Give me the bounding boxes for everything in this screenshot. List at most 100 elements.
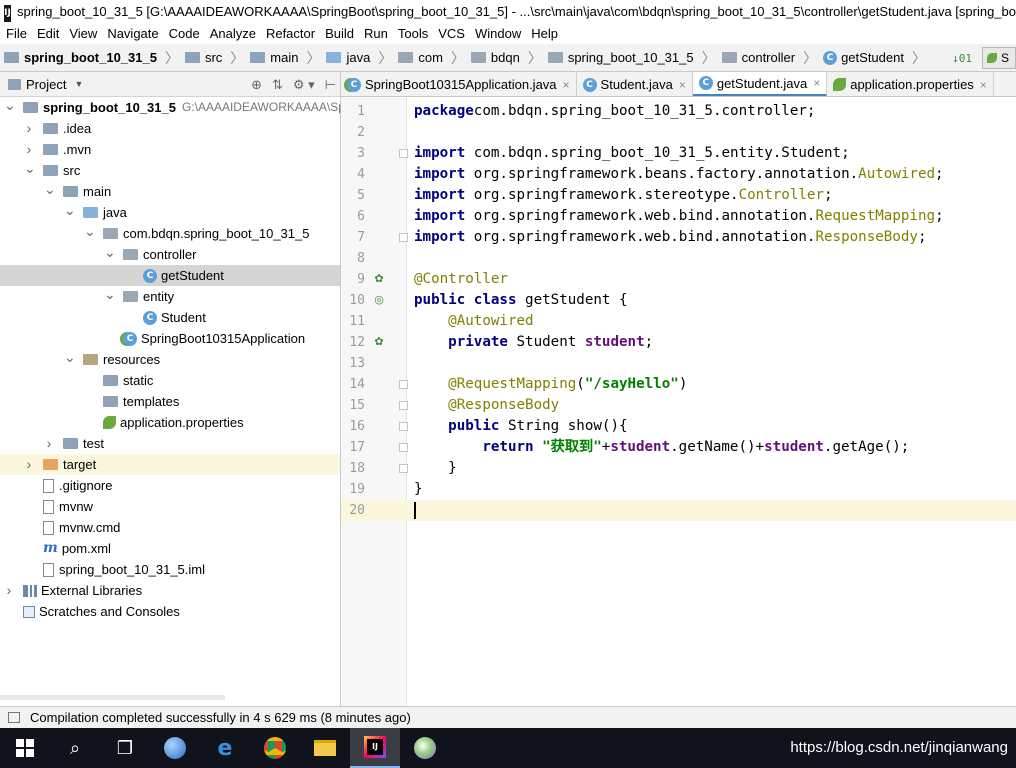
breadcrumb-item[interactable]: com 〉 (394, 44, 467, 72)
breadcrumb-item[interactable]: main 〉 (246, 44, 322, 72)
code-line[interactable]: import org.springframework.web.bind.anno… (407, 206, 1016, 227)
close-icon[interactable]: × (813, 76, 820, 90)
horizontal-scrollbar[interactable] (0, 695, 225, 700)
code-line[interactable]: public class getStudent { (407, 290, 1016, 311)
tree-item-templates[interactable]: templates (0, 391, 340, 412)
tree-item-controller[interactable]: ⌄ controller (0, 244, 340, 265)
menu-analyze[interactable]: Analyze (205, 23, 261, 44)
tree-item-main[interactable]: ⌄ main (0, 181, 340, 202)
tree-item-static[interactable]: static (0, 370, 340, 391)
tree-item-entity[interactable]: ⌄ entity (0, 286, 340, 307)
menu-edit[interactable]: Edit (32, 23, 64, 44)
code-line[interactable]: import com.bdqn.spring_boot_10_31_5.enti… (407, 143, 1016, 164)
chevron-right-icon[interactable]: › (4, 580, 14, 601)
code-line[interactable]: @Autowired (407, 311, 1016, 332)
start-button[interactable] (0, 728, 50, 768)
breadcrumb-item[interactable]: controller 〉 (718, 44, 819, 72)
tree-item-mvnw[interactable]: mvnw (0, 496, 340, 517)
breadcrumb-item[interactable]: bdqn 〉 (467, 44, 544, 72)
tree-item-resources[interactable]: ⌄ resources (0, 349, 340, 370)
tree-item-java[interactable]: ⌄ java (0, 202, 340, 223)
tree-item-getstudent[interactable]: CgetStudent (0, 265, 340, 286)
code-line[interactable]: private Student student; (407, 332, 1016, 353)
menu-run[interactable]: Run (359, 23, 393, 44)
breadcrumb-item[interactable]: spring_boot_10_31_5 〉 (0, 44, 181, 72)
browser-globe-icon[interactable] (150, 728, 200, 768)
tree-item-target[interactable]: › target (0, 454, 340, 475)
autowired-icon[interactable]: ✿ (371, 334, 387, 350)
menu-vcs[interactable]: VCS (433, 23, 470, 44)
chevron-down-icon[interactable]: ⌄ (64, 350, 76, 364)
code-line[interactable]: @RequestMapping("/sayHello") (407, 374, 1016, 395)
breadcrumb-item[interactable]: src 〉 (181, 44, 246, 72)
run-config-button[interactable]: S (982, 47, 1016, 69)
project-view-selector[interactable]: Project ▼ (8, 77, 83, 92)
hide-panel-icon[interactable]: ⊢ (325, 77, 336, 93)
code-line[interactable]: } (407, 479, 1016, 500)
menu-build[interactable]: Build (320, 23, 359, 44)
tree-item-mvn[interactable]: › .mvn (0, 139, 340, 160)
code-line[interactable]: @Controller (407, 269, 1016, 290)
chevron-right-icon[interactable]: › (24, 139, 34, 160)
tab-student-java[interactable]: C Student.java × (577, 72, 693, 96)
chevron-right-icon[interactable]: › (24, 118, 34, 139)
chevron-right-icon[interactable]: › (44, 433, 54, 454)
code-line[interactable] (407, 122, 1016, 143)
collapse-all-icon[interactable]: ⇅ (272, 77, 283, 93)
task-view-icon[interactable]: ❐ (100, 728, 150, 768)
breadcrumb-item[interactable]: spring_boot_10_31_5 〉 (544, 44, 718, 72)
close-icon[interactable]: × (679, 78, 686, 92)
menu-window[interactable]: Window (470, 23, 526, 44)
code-line[interactable]: public String show(){ (407, 416, 1016, 437)
code-area[interactable]: packagecom.bdqn.spring_boot_10_31_5.cont… (407, 97, 1016, 706)
chevron-down-icon[interactable]: ⌄ (104, 287, 116, 301)
tree-item-src[interactable]: ⌄ src (0, 160, 340, 181)
code-line[interactable]: return "获取到"+student.getName()+student.g… (407, 437, 1016, 458)
menu-code[interactable]: Code (164, 23, 205, 44)
tree-item-test[interactable]: › test (0, 433, 340, 454)
code-line[interactable]: @ResponseBody (407, 395, 1016, 416)
menu-view[interactable]: View (64, 23, 102, 44)
locate-icon[interactable]: ⊕ (251, 77, 262, 93)
tree-item-gitignore[interactable]: .gitignore (0, 475, 340, 496)
menu-refactor[interactable]: Refactor (261, 23, 320, 44)
gear-icon[interactable]: ⚙ ▾ (293, 77, 315, 93)
tree-item-scratches-and-consoles[interactable]: Scratches and Consoles (0, 601, 340, 622)
tree-item-application-properties[interactable]: application.properties (0, 412, 340, 433)
tree-item-student[interactable]: C Student (0, 307, 340, 328)
tree-item-external-libraries[interactable]: › External Libraries (0, 580, 340, 601)
code-line[interactable] (407, 353, 1016, 374)
chevron-right-icon[interactable]: › (24, 454, 34, 475)
menu-file[interactable]: File (0, 23, 32, 44)
breadcrumb-item[interactable]: CgetStudent 〉 (819, 44, 928, 72)
tree-item-mvnw-cmd[interactable]: mvnw.cmd (0, 517, 340, 538)
code-line[interactable] (407, 500, 1016, 521)
file-explorer-icon[interactable] (300, 728, 350, 768)
sort-icon[interactable]: ↓01 (952, 52, 972, 65)
close-icon[interactable]: × (563, 78, 570, 92)
edge-icon[interactable]: e (200, 728, 250, 768)
tree-item-pom-xml[interactable]: m pom.xml (0, 538, 340, 559)
code-line[interactable]: packagecom.bdqn.spring_boot_10_31_5.cont… (407, 101, 1016, 122)
close-icon[interactable]: × (980, 78, 987, 92)
tree-item-spring-boot-10-31-5-iml[interactable]: spring_boot_10_31_5.iml (0, 559, 340, 580)
code-line[interactable] (407, 248, 1016, 269)
chevron-down-icon[interactable]: ⌄ (64, 203, 76, 217)
tree-item-springboot10315application[interactable]: C SpringBoot10315Application (0, 328, 340, 349)
tree-item-com-bdqn-spring-boot-10-31-5[interactable]: ⌄ com.bdqn.spring_boot_10_31_5 (0, 223, 340, 244)
code-line[interactable]: } (407, 458, 1016, 479)
bean-icon[interactable]: ✿ (371, 271, 387, 287)
tree-item-spring-boot-10-31-5[interactable]: ⌄ spring_boot_10_31_5 G:\AAAAIDEAWORKAAAA\… (0, 97, 349, 118)
chevron-down-icon[interactable]: ⌄ (104, 245, 116, 259)
intellij-taskbar-icon[interactable]: IJ (350, 728, 400, 768)
code-line[interactable]: import org.springframework.web.bind.anno… (407, 227, 1016, 248)
breadcrumb-item[interactable]: java 〉 (322, 44, 394, 72)
code-line[interactable]: import org.springframework.beans.factory… (407, 164, 1016, 185)
tree-item-idea[interactable]: › .idea (0, 118, 340, 139)
photos-icon[interactable] (400, 728, 450, 768)
chevron-down-icon[interactable]: ⌄ (4, 98, 16, 112)
tab-getstudent-java[interactable]: CgetStudent.java × (692, 72, 828, 96)
search-icon[interactable]: ⌕ (50, 728, 100, 768)
code-line[interactable]: import org.springframework.stereotype.Co… (407, 185, 1016, 206)
tab-springboot10315application-java[interactable]: C SpringBoot10315Application.java × (341, 72, 577, 96)
